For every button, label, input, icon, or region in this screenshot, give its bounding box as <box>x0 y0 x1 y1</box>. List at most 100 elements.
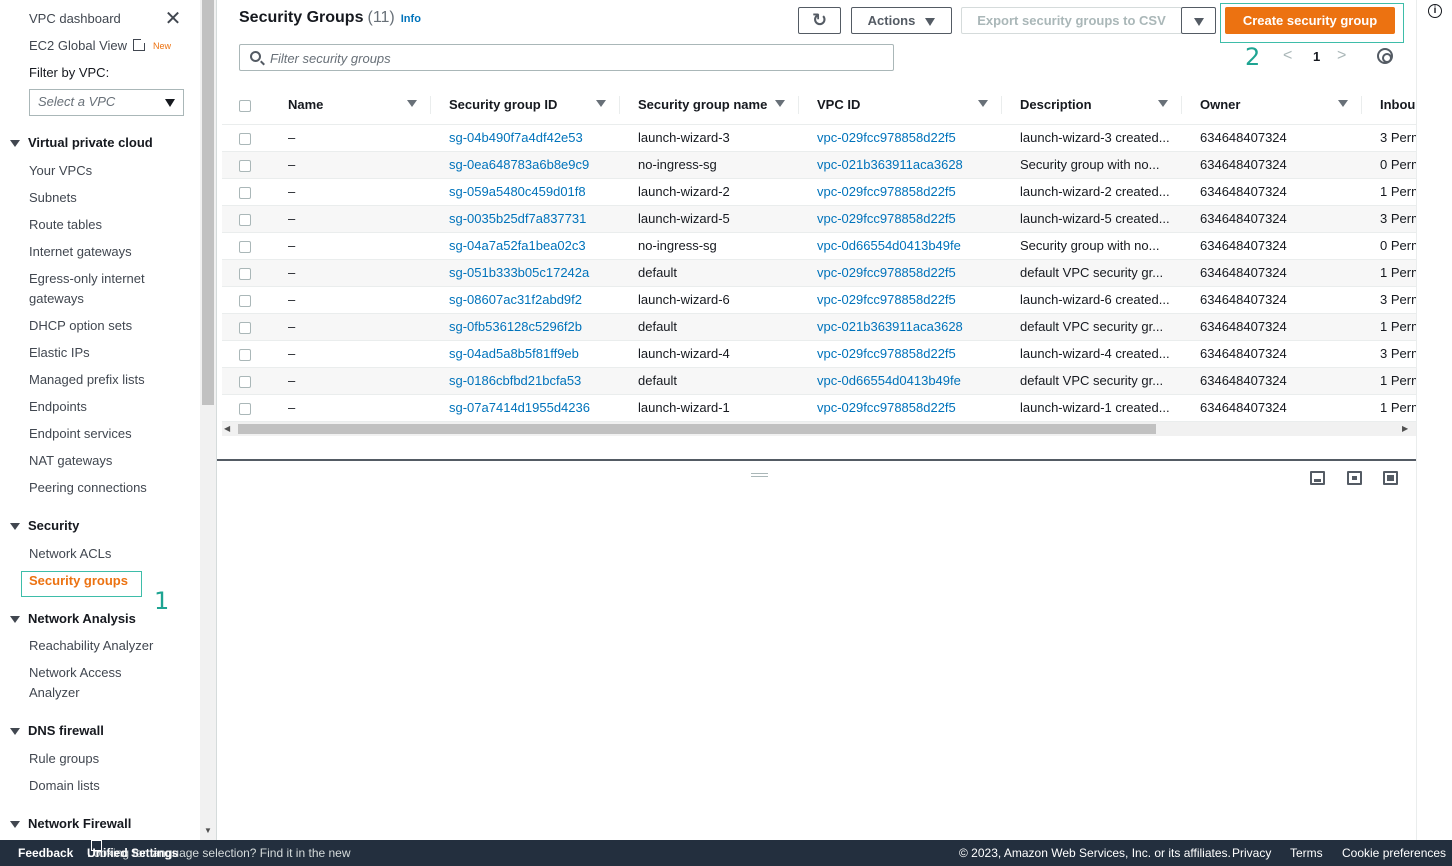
section-network-firewall[interactable]: Network Firewall <box>10 814 131 834</box>
cell-security-group-id[interactable]: sg-059a5480c459d01f8 <box>431 178 620 206</box>
cell-security-group-id[interactable]: sg-0035b25df7a837731 <box>431 205 620 233</box>
info-link[interactable]: Info <box>401 13 421 25</box>
cell-security-group-id[interactable]: sg-04ad5a8b5f81ff9eb <box>431 340 620 368</box>
sort-icon[interactable] <box>407 100 417 107</box>
sidebar-item-domain-lists[interactable]: Domain lists <box>29 776 100 796</box>
sidebar-item-your-vpcs[interactable]: Your VPCs <box>29 161 92 181</box>
cell-vpc-id[interactable]: vpc-021b363911aca3628 <box>799 313 1002 341</box>
row-checkbox[interactable] <box>239 294 251 307</box>
export-csv-button[interactable]: Export security groups to CSV <box>961 7 1182 34</box>
split-bottom-icon[interactable] <box>1310 471 1325 485</box>
current-page-number[interactable]: 1 <box>1313 49 1320 64</box>
sort-icon[interactable] <box>1158 100 1168 107</box>
cell-checkbox[interactable] <box>222 151 268 179</box>
table-row[interactable]: – sg-07a7414d1955d4236 launch-wizard-1 vpc-… <box>222 394 1416 422</box>
previous-page-icon[interactable]: < <box>1283 47 1292 65</box>
section-virtual-private-cloud[interactable]: Virtual private cloud <box>10 133 153 153</box>
cell-checkbox[interactable] <box>222 178 268 206</box>
scroll-down-arrow-icon[interactable]: ▼ <box>201 824 215 838</box>
split-panel-divider[interactable] <box>217 459 1417 461</box>
row-checkbox[interactable] <box>239 159 251 172</box>
table-row[interactable]: – sg-0ea648783a6b8e9c9 no-ingress-sg vpc-02… <box>222 151 1416 179</box>
table-scrollbar-thumb[interactable] <box>238 424 1156 434</box>
cell-vpc-id[interactable]: vpc-029fcc978858d22f5 <box>799 259 1002 287</box>
table-row[interactable]: – sg-0186cbfbd21bcfa53 default vpc-0d66554d… <box>222 367 1416 395</box>
cell-security-group-id[interactable]: sg-07a7414d1955d4236 <box>431 394 620 422</box>
cell-security-group-id[interactable]: sg-051b333b05c17242a <box>431 259 620 287</box>
privacy-link[interactable]: Privacy <box>1232 840 1271 866</box>
sort-icon[interactable] <box>775 100 785 107</box>
cell-vpc-id[interactable]: vpc-0d66554d0413b49fe <box>799 232 1002 260</box>
cell-vpc-id[interactable]: vpc-029fcc978858d22f5 <box>799 178 1002 206</box>
sidebar-item-internet-gateways[interactable]: Internet gateways <box>29 242 132 262</box>
cell-vpc-id[interactable]: vpc-029fcc978858d22f5 <box>799 124 1002 152</box>
select-all-checkbox-cell[interactable] <box>222 86 268 125</box>
search-field[interactable] <box>239 44 894 71</box>
cell-vpc-id[interactable]: vpc-029fcc978858d22f5 <box>799 340 1002 368</box>
section-dns-firewall[interactable]: DNS firewall <box>10 721 104 741</box>
cell-checkbox[interactable] <box>222 394 268 422</box>
cell-checkbox[interactable] <box>222 313 268 341</box>
column-header-description[interactable]: Description <box>1002 86 1182 125</box>
cell-vpc-id[interactable]: vpc-0d66554d0413b49fe <box>799 367 1002 395</box>
table-row[interactable]: – sg-051b333b05c17242a default vpc-029fcc97… <box>222 259 1416 287</box>
row-checkbox[interactable] <box>239 321 251 334</box>
column-header-security-group-id[interactable]: Security group ID <box>431 86 620 125</box>
column-header-vpc-id[interactable]: VPC ID <box>799 86 1002 125</box>
row-checkbox[interactable] <box>239 375 251 388</box>
table-row[interactable]: – sg-08607ac31f2abd9f2 launch-wizard-6 vpc-… <box>222 286 1416 314</box>
row-checkbox[interactable] <box>239 132 251 145</box>
feedback-link[interactable]: Feedback <box>18 840 73 866</box>
column-header-security-group-name[interactable]: Security group name <box>620 86 799 125</box>
cell-checkbox[interactable] <box>222 340 268 368</box>
sidebar-item-network-acls[interactable]: Network ACLs <box>29 544 111 564</box>
split-side-icon[interactable] <box>1347 471 1362 485</box>
close-icon[interactable]: ✕ <box>164 9 182 29</box>
create-security-group-button[interactable]: Create security group <box>1225 7 1395 34</box>
row-checkbox[interactable] <box>239 186 251 199</box>
cell-checkbox[interactable] <box>222 205 268 233</box>
sidebar-item-dhcp-option-sets[interactable]: DHCP option sets <box>29 316 132 336</box>
cookie-preferences-link[interactable]: Cookie preferences <box>1342 840 1446 866</box>
export-dropdown-button[interactable] <box>1181 7 1216 34</box>
cell-security-group-id[interactable]: sg-08607ac31f2abd9f2 <box>431 286 620 314</box>
cell-checkbox[interactable] <box>222 286 268 314</box>
sidebar-item-elastic-ips[interactable]: Elastic IPs <box>29 343 90 363</box>
refresh-button[interactable]: ↻ <box>798 7 841 34</box>
cell-vpc-id[interactable]: vpc-029fcc978858d22f5 <box>799 205 1002 233</box>
sidebar-scrollbar-thumb[interactable] <box>202 0 214 405</box>
table-row[interactable]: – sg-059a5480c459d01f8 launch-wizard-2 vpc-… <box>222 178 1416 206</box>
row-checkbox[interactable] <box>239 240 251 253</box>
sort-icon[interactable] <box>978 100 988 107</box>
sidebar-item-vpc-dashboard[interactable]: VPC dashboard <box>29 9 121 29</box>
sidebar-item-endpoints[interactable]: Endpoints <box>29 397 87 417</box>
sidebar-item-managed-prefix-lists[interactable]: Managed prefix lists <box>29 370 145 390</box>
actions-button[interactable]: Actions <box>851 7 952 34</box>
table-row[interactable]: – sg-04b490f7a4df42e53 launch-wizard-3 vpc-… <box>222 124 1416 152</box>
table-row[interactable]: – sg-04ad5a8b5f81ff9eb launch-wizard-4 vpc-… <box>222 340 1416 368</box>
cell-security-group-id[interactable]: sg-0186cbfbd21bcfa53 <box>431 367 620 395</box>
cell-checkbox[interactable] <box>222 232 268 260</box>
sort-icon[interactable] <box>596 100 606 107</box>
sidebar-item-peering-connections[interactable]: Peering connections <box>29 478 147 498</box>
cell-vpc-id[interactable]: vpc-021b363911aca3628 <box>799 151 1002 179</box>
row-checkbox[interactable] <box>239 267 251 280</box>
row-checkbox[interactable] <box>239 348 251 361</box>
next-page-icon[interactable]: > <box>1337 47 1346 65</box>
sidebar-item-route-tables[interactable]: Route tables <box>29 215 102 235</box>
column-header-inbound[interactable]: Inbou <box>1362 86 1416 125</box>
sidebar-item-rule-groups[interactable]: Rule groups <box>29 749 99 769</box>
column-header-name[interactable]: Name <box>268 86 431 125</box>
terms-link[interactable]: Terms <box>1290 840 1323 866</box>
table-row[interactable]: – sg-0035b25df7a837731 launch-wizard-5 vpc-… <box>222 205 1416 233</box>
table-row[interactable]: – sg-0fb536128c5296f2b default vpc-021b3639… <box>222 313 1416 341</box>
sidebar-item-nat-gateways[interactable]: NAT gateways <box>29 451 112 471</box>
scroll-right-arrow-icon[interactable]: ▶ <box>1402 422 1408 436</box>
select-all-checkbox[interactable] <box>239 99 251 112</box>
sidebar-item-network-access-analyzer[interactable]: Network Access Analyzer <box>29 663 149 703</box>
cell-security-group-id[interactable]: sg-0ea648783a6b8e9c9 <box>431 151 620 179</box>
info-icon[interactable]: i <box>1428 4 1442 18</box>
column-header-owner[interactable]: Owner <box>1182 86 1362 125</box>
sort-icon[interactable] <box>1338 100 1348 107</box>
sidebar-item-egress-only-gateways[interactable]: Egress-only internet gateways <box>29 269 169 309</box>
